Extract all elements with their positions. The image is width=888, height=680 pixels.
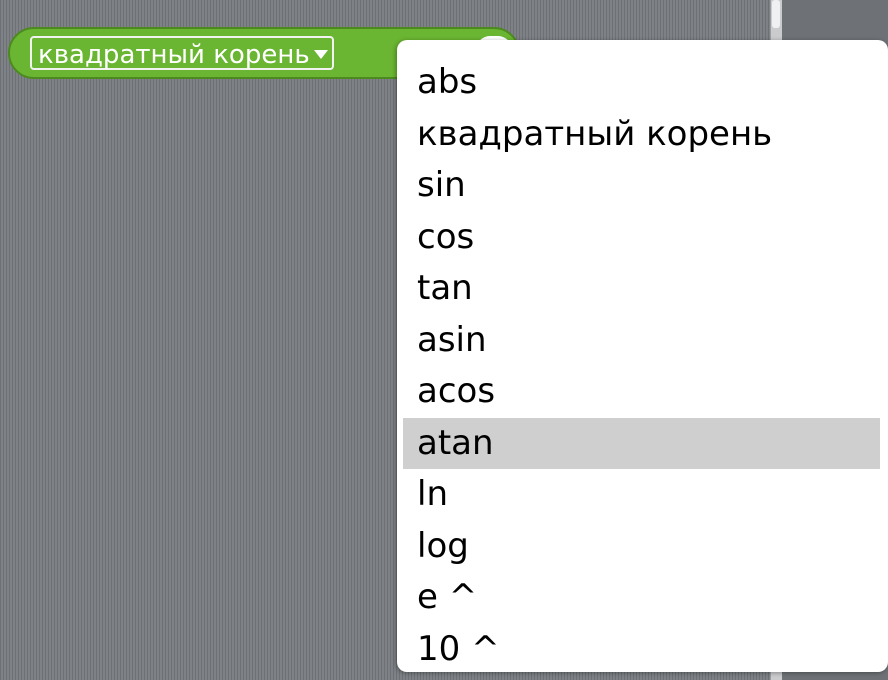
menu-item-acos[interactable]: acos [397, 366, 888, 418]
menu-item-log[interactable]: log [397, 521, 888, 573]
menu-item-tan[interactable]: tan [397, 263, 888, 315]
menu-item-sqrt[interactable]: квадратный корень [397, 109, 888, 161]
dropdown-arrow-icon[interactable] [313, 50, 328, 59]
function-dropdown-label: квадратный корень [38, 40, 310, 70]
menu-item-cos[interactable]: cos [397, 212, 888, 264]
menu-item-10-power[interactable]: 10 ^ [397, 624, 888, 676]
menu-item-asin[interactable]: asin [397, 315, 888, 367]
menu-item-e-power[interactable]: e ^ [397, 572, 888, 624]
menu-item-ln[interactable]: ln [397, 469, 888, 521]
function-dropdown[interactable]: квадратный корень [30, 36, 334, 70]
scrollbar-thumb[interactable] [772, 0, 780, 28]
menu-item-atan[interactable]: atan [403, 417, 880, 469]
menu-item-abs[interactable]: abs [397, 57, 888, 109]
menu-item-sin[interactable]: sin [397, 160, 888, 212]
snap-editor: квадратный корень abs квадратный корень … [0, 0, 888, 680]
function-dropdown-menu: abs квадратный корень sin cos tan asin a… [397, 40, 888, 672]
